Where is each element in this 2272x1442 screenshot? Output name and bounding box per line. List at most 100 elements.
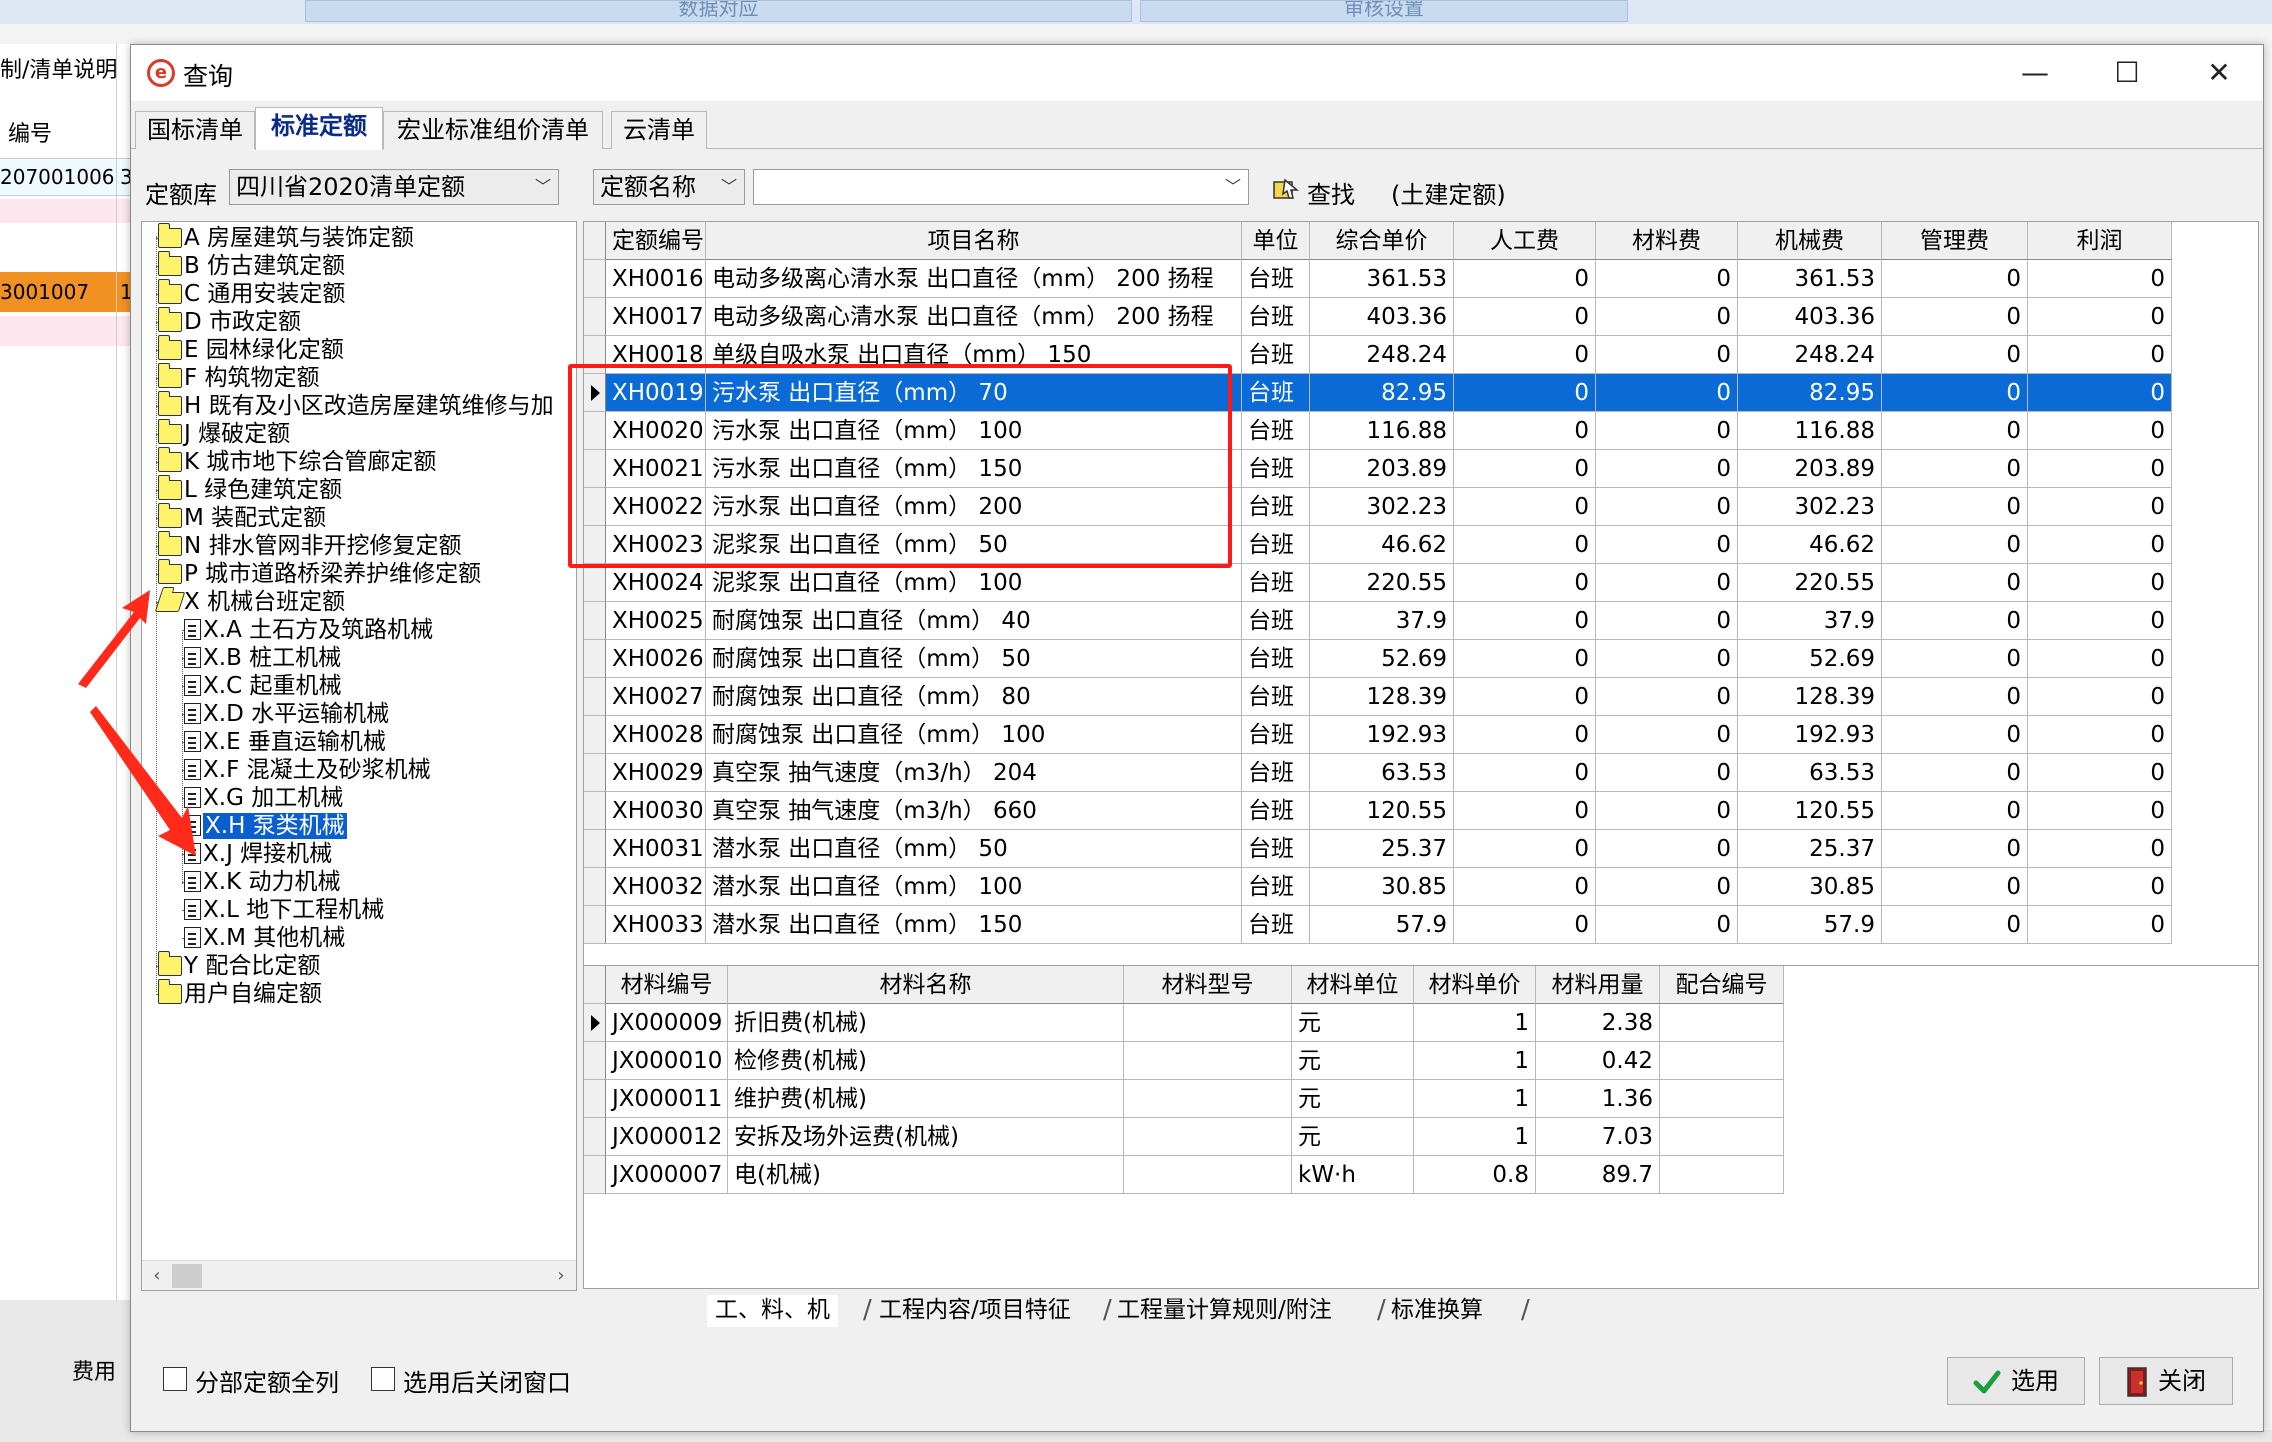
- table-cell: 361.53: [1310, 260, 1454, 298]
- bg-tab-data-mapping[interactable]: 数据对应: [305, 0, 1132, 22]
- maximize-button[interactable]: ☐: [2081, 45, 2173, 101]
- table-cell: XH0017: [606, 298, 706, 336]
- column-header[interactable]: 机械费: [1738, 222, 1882, 260]
- quota-table[interactable]: 定额编号 项目名称 单位 综合单价 人工费 材料费 机械费 管理费 利润 XH0016 电动多级离心…: [583, 221, 2259, 991]
- row-indicator[interactable]: [584, 906, 606, 944]
- row-indicator[interactable]: [584, 640, 606, 678]
- table-cell: 0: [1596, 412, 1738, 450]
- tree-node[interactable]: J 爆破定额: [157, 419, 290, 448]
- tree-node[interactable]: D 市政定额: [157, 307, 301, 336]
- folder-icon: [157, 419, 182, 444]
- close-after-select-label: 选用后关闭窗口: [403, 1369, 571, 1397]
- column-header[interactable]: 利润: [2028, 222, 2172, 260]
- scroll-right-icon[interactable]: ›: [546, 1261, 576, 1290]
- table-cell: 220.55: [1738, 564, 1882, 602]
- column-header[interactable]: 项目名称: [706, 222, 1242, 260]
- column-header[interactable]: 材料型号: [1124, 966, 1292, 1004]
- table-cell: JX000011: [606, 1080, 728, 1118]
- row-indicator[interactable]: [584, 792, 606, 830]
- bg-row[interactable]: 207001006 3: [0, 158, 133, 196]
- current-row-arrow-icon[interactable]: [584, 1004, 606, 1042]
- row-indicator[interactable]: [584, 602, 606, 640]
- chevron-down-icon: ﹀: [1224, 177, 1241, 196]
- tree-node[interactable]: A 房屋建筑与装饰定额: [157, 223, 414, 252]
- tree-node[interactable]: L 绿色建筑定额: [157, 475, 342, 504]
- row-indicator[interactable]: [584, 1042, 606, 1080]
- tab-standard-conversion[interactable]: 标准换算: [1383, 1295, 1491, 1327]
- close-button[interactable]: 关闭: [2099, 1357, 2233, 1405]
- scroll-left-icon[interactable]: ‹: [142, 1261, 172, 1290]
- column-header[interactable]: 单位: [1242, 222, 1310, 260]
- table-cell: 0: [1882, 868, 2028, 906]
- bg-tab-audit-settings[interactable]: 审核设置: [1140, 0, 1628, 22]
- table-cell: 0: [1882, 450, 2028, 488]
- library-select[interactable]: 四川省2020清单定额 ﹀: [229, 169, 559, 205]
- tree-node[interactable]: F 构筑物定额: [157, 363, 320, 392]
- list-all-checkbox[interactable]: [163, 1367, 187, 1391]
- tab-work-content[interactable]: 工程内容/项目特征: [871, 1295, 1079, 1327]
- minimize-button[interactable]: —: [1989, 45, 2081, 101]
- tree-node[interactable]: Y 配合比定额: [157, 951, 320, 980]
- tree-node[interactable]: X.K 动力机械: [184, 868, 340, 896]
- column-header[interactable]: 配合编号: [1660, 966, 1784, 1004]
- tree-node[interactable]: X.L 地下工程机械: [184, 896, 384, 924]
- row-indicator[interactable]: [584, 868, 606, 906]
- row-indicator[interactable]: [584, 830, 606, 868]
- row-indicator[interactable]: [584, 298, 606, 336]
- tree-node[interactable]: B 仿古建筑定额: [157, 251, 345, 280]
- table-cell: 真空泵 抽气速度（m3/h） 660: [706, 792, 1242, 830]
- library-label: 定额库: [145, 181, 217, 209]
- tree-node[interactable]: X.A 土石方及筑路机械: [184, 616, 433, 644]
- table-cell: JX000012: [606, 1118, 728, 1156]
- column-header[interactable]: 人工费: [1454, 222, 1596, 260]
- tab-standard-quota[interactable]: 标准定额: [255, 107, 383, 150]
- column-header[interactable]: 材料编号: [606, 966, 728, 1004]
- tree-node[interactable]: X.F 混凝土及砂浆机械: [184, 756, 431, 784]
- select-button[interactable]: 选用: [1947, 1357, 2085, 1405]
- find-icon[interactable]: [1271, 176, 1301, 202]
- find-button[interactable]: 查找: [1307, 175, 1355, 210]
- tree-node[interactable]: 用户自编定额: [157, 979, 322, 1008]
- column-header[interactable]: 管理费: [1882, 222, 2028, 260]
- tree-horizontal-scrollbar[interactable]: ‹ ›: [142, 1260, 576, 1290]
- tab-national-list[interactable]: 国标清单: [135, 111, 255, 149]
- tree-node[interactable]: K 城市地下综合管廊定额: [157, 447, 436, 476]
- row-indicator[interactable]: [584, 1156, 606, 1194]
- column-header[interactable]: 材料费: [1596, 222, 1738, 260]
- tree-node[interactable]: N 排水管网非开挖修复定额: [157, 531, 462, 560]
- tab-quantity-rules[interactable]: 工程量计算规则/附注: [1109, 1295, 1340, 1327]
- bg-row-selected[interactable]: 3001007 1: [0, 272, 133, 312]
- tree-node[interactable]: C 通用安装定额: [157, 279, 345, 308]
- row-indicator[interactable]: [584, 260, 606, 298]
- tab-labor-material-machine[interactable]: 工、料、机: [707, 1295, 838, 1327]
- row-indicator[interactable]: [584, 1118, 606, 1156]
- row-indicator[interactable]: [584, 1080, 606, 1118]
- column-header[interactable]: 定额编号: [606, 222, 706, 260]
- column-header[interactable]: 材料单位: [1292, 966, 1414, 1004]
- material-table[interactable]: 材料编号 材料名称 材料型号 材料单位 材料单价 材料用量 配合编号 JX000009 折旧费(…: [583, 965, 2259, 1289]
- row-indicator[interactable]: [584, 716, 606, 754]
- highlight-box: [568, 364, 1232, 568]
- row-indicator[interactable]: [584, 754, 606, 792]
- tree-node[interactable]: H 既有及小区改造房屋建筑维修与加: [157, 391, 554, 420]
- close-after-select-checkbox[interactable]: [371, 1367, 395, 1391]
- tab-cloud-list[interactable]: 云清单: [611, 111, 707, 149]
- scroll-thumb[interactable]: [172, 1264, 202, 1288]
- tree-node[interactable]: M 装配式定额: [157, 503, 326, 532]
- column-header[interactable]: 材料名称: [728, 966, 1124, 1004]
- tree-node[interactable]: X.M 其他机械: [184, 924, 345, 952]
- column-header[interactable]: 材料用量: [1536, 966, 1660, 1004]
- tab-hongye-group-price[interactable]: 宏业标准组价清单: [383, 111, 603, 149]
- row-indicator[interactable]: [584, 678, 606, 716]
- column-header[interactable]: 材料单价: [1414, 966, 1536, 1004]
- table-cell: [1124, 1156, 1292, 1194]
- tree-node[interactable]: E 园林绿化定额: [157, 335, 344, 364]
- title-bar[interactable]: e 查询 — ☐ ✕: [131, 45, 2263, 101]
- row-indicator[interactable]: [584, 564, 606, 602]
- column-header[interactable]: 综合单价: [1310, 222, 1454, 260]
- field-select[interactable]: 定额名称 ﹀: [593, 169, 745, 205]
- table-cell: 0: [1882, 412, 2028, 450]
- close-window-button[interactable]: ✕: [2173, 45, 2265, 101]
- search-input[interactable]: ﹀: [753, 169, 1249, 205]
- table-cell: 潜水泵 出口直径（mm） 100: [706, 868, 1242, 906]
